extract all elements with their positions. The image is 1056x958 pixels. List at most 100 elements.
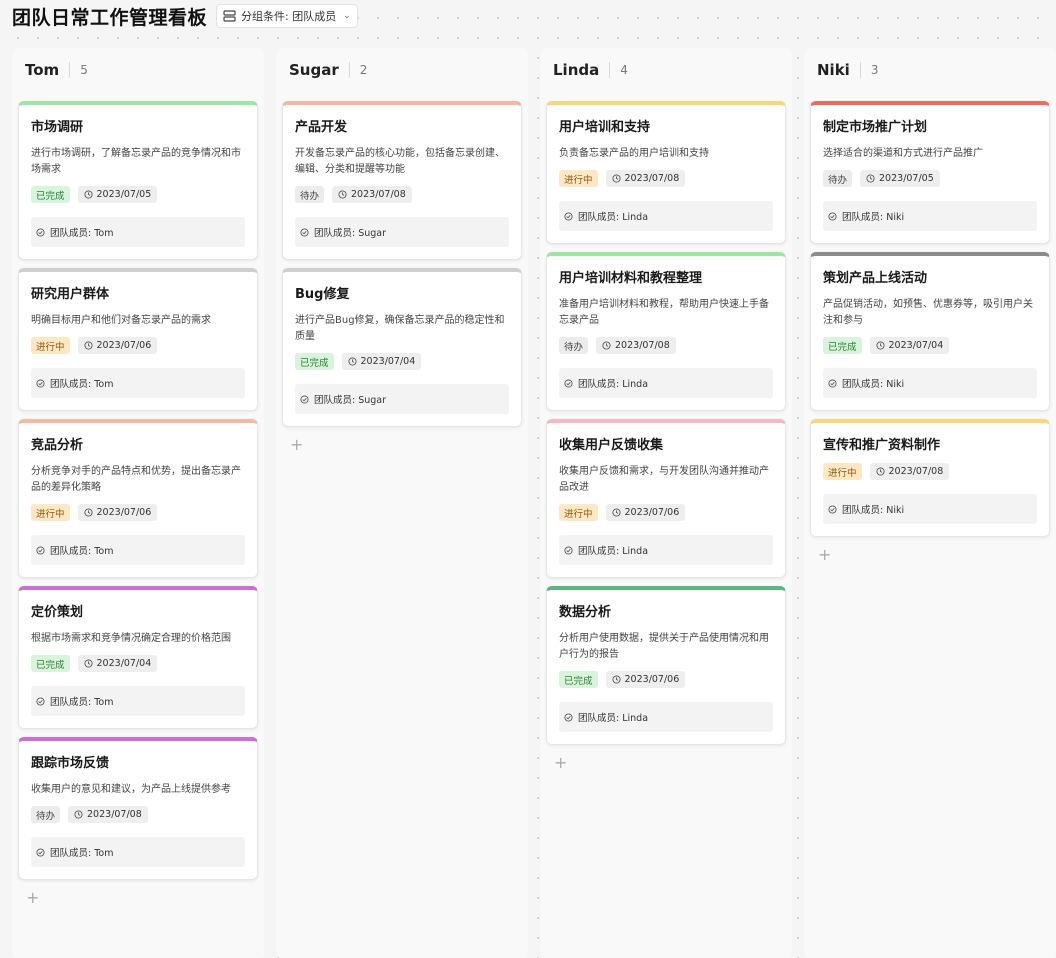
column-count: 3 [859, 62, 878, 78]
member-text: 团队成员: Linda [578, 713, 649, 724]
card-tags: 待办 2023/07/08 [31, 806, 245, 823]
date-text: 2023/07/06 [96, 507, 152, 518]
status-badge: 已完成 [31, 186, 70, 203]
card-title: 用户培训材料和教程整理 [559, 271, 703, 286]
date-tag: 2023/07/06 [77, 337, 158, 354]
check-circle-icon [36, 545, 45, 555]
add-card-button[interactable]: + [818, 547, 832, 563]
date-text: 2023/07/05 [879, 173, 934, 184]
member-field: 团队成员: Tom [31, 686, 245, 716]
card-tags: 待办 2023/07/08 [559, 337, 773, 354]
card-list: 制定市场推广计划 选择适合的渠道和方式进行产品推广 待办 2023/07/05 团队成员… [810, 101, 1050, 537]
date-tag: 2023/07/08 [869, 463, 950, 480]
card-description: 选择适合的渠道和方式进行产品推广 [823, 148, 983, 159]
check-circle-icon [564, 712, 573, 722]
check-circle-icon [564, 211, 573, 221]
date-text: 2023/07/06 [624, 507, 680, 518]
date-tag: 2023/07/08 [605, 170, 686, 187]
date-text: 2023/07/04 [888, 340, 944, 351]
card-tags: 已完成 2023/07/04 [823, 337, 1037, 354]
task-card[interactable]: 竞品分析 分析竞争对手的产品特点和优势，提出备忘录产品的差异化策略 进行中 2023/… [18, 419, 258, 578]
clock-icon [74, 810, 83, 819]
member-field: 团队成员: Linda [559, 702, 773, 732]
clock-icon [602, 341, 611, 350]
task-card[interactable]: 宣传和推广资料制作 进行中 2023/07/08 团队成员: Niki [810, 419, 1050, 537]
card-title: 竞品分析 [31, 438, 84, 453]
check-circle-icon [300, 227, 309, 237]
clock-icon [875, 341, 885, 350]
add-card-button[interactable]: + [554, 755, 568, 771]
date-text: 2023/07/06 [624, 674, 680, 685]
task-card[interactable]: 跟踪市场反馈 收集用户的意见和建议，为产品上线提供参考 待办 2023/07/08 团队… [18, 737, 258, 880]
task-card[interactable]: 用户培训材料和教程整理 准备用户培训材料和教程，帮助用户快速上手备忘录产品 待办 20… [546, 252, 786, 411]
task-card[interactable]: 产品开发 开发备忘录产品的核心功能，包括备忘录创建、编辑、分类和提醒等功能 待办 20… [282, 101, 522, 260]
task-card[interactable]: 策划产品上线活动 产品促销活动，如预售、优惠券等，吸引用户关注和参与 已完成 2023… [810, 252, 1050, 411]
status-badge: 进行中 [31, 504, 70, 521]
member-field: 团队成员: Linda [559, 368, 773, 398]
date-tag: 2023/07/04 [869, 337, 950, 354]
task-card[interactable]: 收集用户反馈收集收集用户反馈和需求，与开发团队沟通并推动产品改进进行中 2023/… [546, 419, 786, 578]
card-tags: 已完成 2023/07/05 [31, 186, 245, 203]
column-count: 4 [609, 62, 628, 78]
column-tom: Tom 5 市场调研 进行市场调研，了解备忘录产品的竞争情况和市场需求 已完成 2023/… [12, 48, 264, 958]
page-title: 团队日常工作管理看板 [12, 6, 208, 29]
clock-icon [338, 190, 347, 199]
group-by-button[interactable]: 分组条件: 团队成员 ⌄ [216, 4, 358, 28]
card-title: 数据分析 [559, 605, 612, 620]
page-header: 团队日常工作管理看板 分组条件: 团队成员 ⌄ [0, 0, 1056, 32]
add-card-button[interactable]: + [290, 437, 304, 453]
group-by-label: 分组条件: 团队成员 [241, 10, 337, 23]
date-text: 2023/07/04 [360, 356, 416, 367]
card-description: 收集用户反馈和需求，与开发团队沟通并推动产品改进 [559, 466, 769, 493]
check-circle-icon [36, 227, 45, 237]
date-text: 2023/07/04 [96, 658, 152, 669]
task-card[interactable]: 定价策划 根据市场需求和竞争情况确定合理的价格范围 已完成 2023/07/04 团队成… [18, 586, 258, 729]
status-badge: 进行中 [823, 463, 862, 480]
task-card[interactable]: Bug修复 进行产品Bug修复，确保备忘录产品的稳定性和质量 已完成 2023/07/… [282, 268, 522, 427]
card-title: Bug修复 [295, 287, 350, 302]
member-text: 团队成员: Tom [50, 848, 114, 859]
clock-icon [611, 675, 621, 684]
column-header: Tom 5 [18, 48, 258, 92]
status-badge: 进行中 [559, 504, 598, 521]
member-text: 团队成员: Linda [578, 546, 649, 557]
card-title: 跟踪市场反馈 [31, 756, 110, 771]
column-name: Tom [25, 61, 60, 79]
column-header: Sugar 2 [282, 48, 522, 92]
date-tag: 2023/07/06 [605, 671, 686, 688]
column-name: Niki [817, 61, 850, 79]
column-header: Linda 4 [546, 48, 786, 92]
status-badge: 进行中 [31, 337, 70, 354]
date-text: 2023/07/08 [615, 340, 670, 351]
card-tags: 已完成 2023/07/04 [295, 353, 509, 370]
task-card[interactable]: 制定市场推广计划 选择适合的渠道和方式进行产品推广 待办 2023/07/05 团队成员… [810, 101, 1050, 244]
group-by-icon [223, 10, 236, 22]
date-text: 2023/07/08 [87, 809, 142, 820]
status-badge: 已完成 [31, 655, 70, 672]
date-tag: 2023/07/05 [77, 186, 158, 203]
member-text: 团队成员: Tom [50, 546, 114, 557]
card-title: 收集用户反馈收集 [559, 438, 664, 453]
task-card[interactable]: 用户培训和支持 负责备忘录产品的用户培训和支持 进行中 2023/07/08 团队成员:… [546, 101, 786, 244]
date-tag: 2023/07/06 [77, 504, 158, 521]
clock-icon [875, 467, 885, 476]
task-card[interactable]: 研究用户群体明确目标用户和他们对备忘录产品的需求进行中 2023/07/06 团队成… [18, 268, 258, 411]
card-tags: 已完成 2023/07/04 [31, 655, 245, 672]
status-badge: 已完成 [295, 353, 334, 370]
clock-icon [83, 659, 93, 668]
member-text: 团队成员: Niki [842, 212, 905, 223]
task-card[interactable]: 市场调研 进行市场调研，了解备忘录产品的竞争情况和市场需求 已完成 2023/07/0… [18, 101, 258, 260]
date-tag: 2023/07/04 [77, 655, 158, 672]
task-card[interactable]: 数据分析 分析用户使用数据，提供关于产品使用情况和用户行为的报告 已完成 2023/0… [546, 586, 786, 745]
add-card-button[interactable]: + [26, 890, 40, 906]
card-tags: 进行中 2023/07/06 [31, 504, 245, 521]
card-tags: 进行中 2023/07/08 [559, 170, 773, 187]
member-field: 团队成员: Tom [31, 837, 245, 867]
card-description: 明确目标用户和他们对备忘录产品的需求 [31, 315, 211, 326]
check-circle-icon [36, 847, 45, 857]
column-count: 2 [348, 62, 367, 78]
card-description: 进行市场调研，了解备忘录产品的竞争情况和市场需求 [31, 148, 241, 175]
card-title: 研究用户群体 [31, 287, 110, 302]
status-badge: 待办 [295, 186, 325, 203]
member-text: 团队成员: Tom [50, 379, 114, 390]
